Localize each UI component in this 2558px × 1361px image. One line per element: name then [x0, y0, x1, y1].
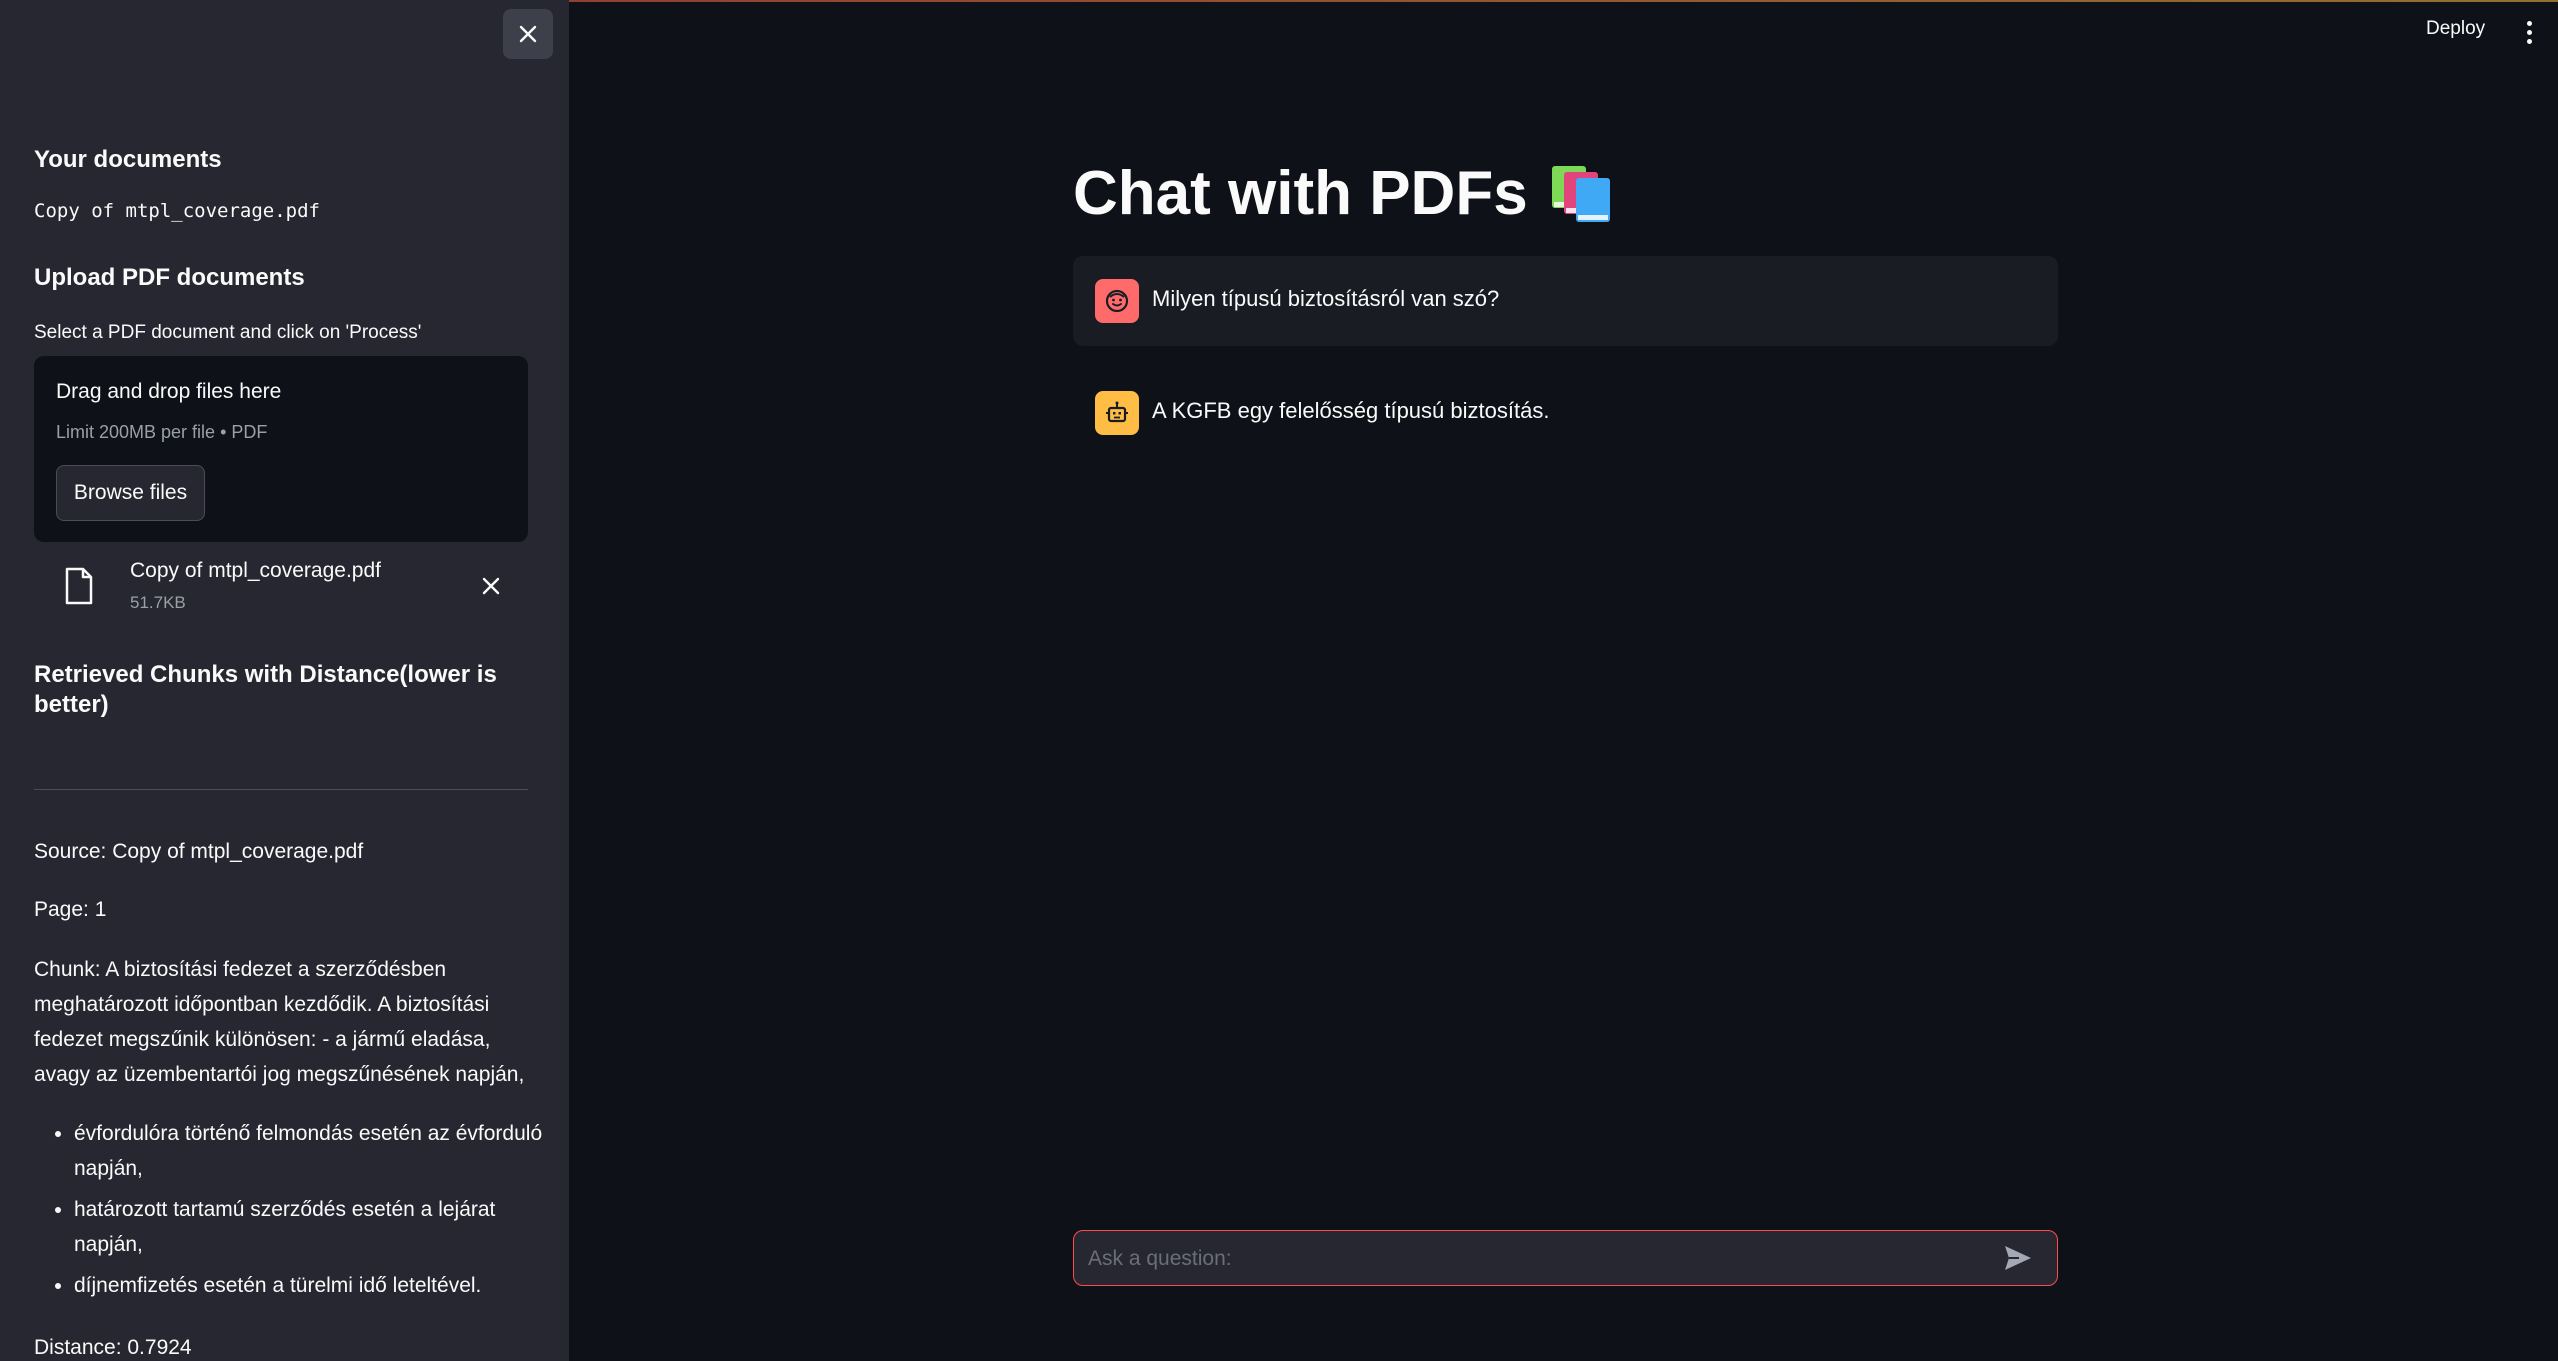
page-title: Chat with PDFs	[1073, 158, 1614, 229]
more-vertical-icon	[2526, 38, 2532, 44]
message-text: Milyen típusú biztosításról van szó?	[1152, 286, 1500, 311]
more-vertical-icon	[2526, 20, 2532, 26]
dropzone-limit: Limit 200MB per file • PDF	[56, 422, 268, 442]
close-icon	[519, 25, 537, 43]
chunk-distance: Distance: 0.7924	[34, 1336, 192, 1359]
documents-heading: Your documents	[34, 146, 222, 173]
list-item: határozott tartamú szerződés esetén a le…	[74, 1192, 568, 1262]
assistant-avatar	[1095, 391, 1139, 435]
chunk-bullet-list: évfordulóra történő felmondás esetén az …	[34, 1116, 568, 1309]
upload-heading: Upload PDF documents	[34, 264, 305, 291]
deploy-button[interactable]: Deploy	[2418, 14, 2493, 44]
more-vertical-icon	[2526, 29, 2532, 35]
dropzone-title: Drag and drop files here	[56, 380, 282, 403]
uploaded-file: Copy of mtpl_coverage.pdf 51.7KB	[34, 555, 528, 625]
robot-icon	[1106, 401, 1128, 423]
page-title-text: Chat with PDFs	[1073, 159, 1528, 228]
uploaded-file-size: 51.7KB	[130, 593, 186, 612]
face-icon	[1105, 289, 1129, 313]
file-dropzone[interactable]: Drag and drop files here Limit 200MB per…	[34, 356, 528, 542]
close-icon	[482, 577, 500, 595]
main-menu-button[interactable]	[2516, 12, 2542, 52]
send-icon[interactable]	[2002, 1243, 2034, 1273]
chunk-page: Page: 1	[34, 898, 107, 921]
close-sidebar-button[interactable]	[503, 9, 553, 59]
browse-files-button[interactable]: Browse files	[56, 465, 205, 521]
books-icon	[1551, 165, 1610, 222]
chunk-source: Source: Copy of mtpl_coverage.pdf	[34, 840, 364, 863]
chunk-text: Chunk: A biztosítási fedezet a szerződés…	[34, 958, 525, 1086]
list-item: díjnemfizetés esetén a türelmi idő letel…	[74, 1268, 568, 1303]
user-avatar	[1095, 279, 1139, 323]
chunks-heading: Retrieved Chunks with Distance(lower is …	[34, 661, 497, 718]
upload-help-text: Select a PDF document and click on 'Proc…	[34, 322, 422, 343]
list-item: évfordulóra történő felmondás esetén az …	[74, 1116, 568, 1186]
uploaded-file-name: Copy of mtpl_coverage.pdf	[130, 559, 381, 582]
chat-message-user: Milyen típusú biztosításról van szó?	[1073, 256, 2058, 346]
sidebar: Your documents Copy of mtpl_coverage.pdf…	[0, 0, 569, 1361]
file-icon	[65, 567, 93, 605]
chat-message-assistant: A KGFB egy felelősség típusú biztosítás.	[1073, 368, 2058, 458]
divider	[34, 789, 528, 790]
chat-input-box	[1073, 1230, 2058, 1287]
message-text: A KGFB egy felelősség típusú biztosítás.	[1152, 398, 1550, 423]
remove-file-button[interactable]	[476, 571, 506, 601]
document-name: Copy of mtpl_coverage.pdf	[34, 200, 320, 222]
question-input[interactable]	[1086, 1231, 1990, 1287]
